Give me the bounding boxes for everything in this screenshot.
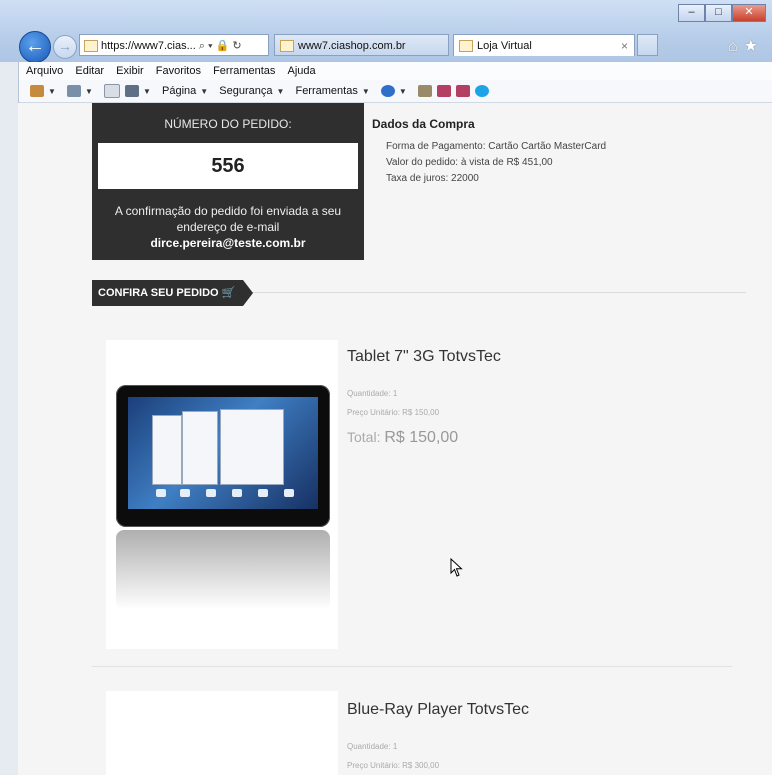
web-page: NÚMERO DO PEDIDO: 556 A confirmação do p…: [18, 103, 772, 775]
total-label: Total:: [347, 429, 381, 445]
print-dropdown-icon[interactable]: ▼: [143, 87, 151, 96]
address-tools[interactable]: ⌕ ▾ 🔒 ↻: [199, 40, 242, 52]
chevron-down-icon: ▼: [200, 87, 209, 96]
menu-editar[interactable]: Editar: [75, 65, 104, 77]
browser-titlebar: – □ ✕ ← → https://www7.cias... ⌕ ▾ 🔒 ↻ ww…: [0, 0, 772, 63]
confira-pedido-heading: CONFIRA SEU PEDIDO 🛒: [92, 280, 254, 306]
chevron-down-icon: ▼: [361, 87, 370, 96]
product-image[interactable]: [106, 691, 338, 775]
product-image[interactable]: [106, 340, 338, 649]
mail-icon[interactable]: [103, 84, 120, 99]
tablet-screen: [128, 397, 318, 509]
new-tab-button[interactable]: [637, 34, 658, 56]
tablet-image: [116, 385, 330, 527]
site-favicon-icon: [84, 40, 98, 53]
print-icon[interactable]: [125, 85, 140, 98]
window-controls: – □ ✕: [678, 4, 766, 22]
order-number: 556: [98, 143, 358, 189]
skype-icon[interactable]: [474, 85, 489, 98]
help-icon[interactable]: [380, 85, 395, 98]
order-number-label: NÚMERO DO PEDIDO:: [164, 117, 292, 131]
address-url: https://www7.cias...: [101, 40, 196, 52]
chevron-down-icon: ▼: [276, 87, 285, 96]
dock-dot: [258, 489, 268, 497]
address-bar[interactable]: https://www7.cias... ⌕ ▾ 🔒 ↻: [79, 34, 269, 56]
feeds-icon[interactable]: [66, 85, 81, 98]
product-name[interactable]: Tablet 7" 3G TotvsTec: [347, 348, 501, 366]
home-dropdown-icon[interactable]: ▼: [48, 87, 56, 96]
seguranca-menu[interactable]: Segurança: [219, 85, 272, 97]
tab-label: Loja Virtual: [477, 40, 532, 52]
product-unit-price: Preço Unitário: R$ 150,00: [347, 408, 440, 417]
chevron-down-icon: ▼: [398, 87, 407, 96]
order-confirmation-message: A confirmação do pedido foi enviada a se…: [100, 203, 356, 251]
back-button[interactable]: ←: [19, 31, 51, 63]
dock-dot: [206, 489, 216, 497]
section-title: CONFIRA SEU PEDIDO: [98, 287, 219, 299]
order-number-box: NÚMERO DO PEDIDO: 556 A confirmação do p…: [92, 103, 364, 260]
minimize-button[interactable]: –: [678, 4, 705, 22]
research-icon[interactable]: [417, 85, 432, 98]
screen-panel: [182, 411, 218, 485]
tablet-reflection: [116, 530, 330, 610]
product-quantity: Quantidade: 1: [347, 742, 398, 751]
close-window-button[interactable]: ✕: [732, 4, 766, 22]
customer-email: dirce.pereira@teste.com.br: [150, 236, 306, 250]
dock-dot: [156, 489, 166, 497]
menu-favoritos[interactable]: Favoritos: [156, 65, 201, 77]
product-unit-price: Preço Unitário: R$ 300,00: [347, 761, 440, 770]
tab-loja-virtual[interactable]: Loja Virtual ×: [453, 34, 635, 56]
home-icon[interactable]: [30, 85, 44, 98]
tab-label: www7.ciashop.com.br: [298, 40, 406, 52]
interest-rate: Taxa de juros: 22000: [386, 173, 479, 184]
order-value: Valor do pedido: à vista de R$ 451,00: [386, 157, 553, 168]
shopping-cart-icon: 🛒: [221, 287, 236, 299]
close-tab-icon[interactable]: ×: [621, 35, 628, 56]
dock-dot: [180, 489, 190, 497]
feeds-dropdown-icon[interactable]: ▼: [85, 87, 93, 96]
menu-bar: Arquivo Editar Exibir Favoritos Ferramen…: [0, 62, 772, 80]
product-quantity: Quantidade: 1: [347, 389, 398, 398]
mouse-cursor-icon: [450, 558, 463, 577]
translate-page-icon[interactable]: [455, 85, 470, 98]
left-edge-bar: [0, 62, 19, 775]
payment-method: Forma de Pagamento: Cartão Cartão Master…: [386, 141, 607, 152]
menu-ajuda[interactable]: Ajuda: [287, 65, 315, 77]
translate-icon[interactable]: [436, 85, 451, 98]
product-name[interactable]: Blue-Ray Player TotvsTec: [347, 701, 529, 719]
menu-exibir[interactable]: Exibir: [116, 65, 144, 77]
tab-favicon-icon: [459, 40, 473, 53]
product-separator: [92, 666, 732, 667]
dock-dot: [232, 489, 242, 497]
total-value: R$ 150,00: [384, 429, 459, 446]
command-bar: ▼ ▼ ▼ Página ▼ Segurança ▼ Ferramentas ▼ ▼: [0, 80, 772, 103]
screen-panel: [220, 409, 284, 485]
tab-favicon-icon: [280, 40, 294, 53]
dados-compra-title: Dados da Compra: [372, 117, 475, 131]
menu-arquivo[interactable]: Arquivo: [26, 65, 63, 77]
product-total: Total: R$ 150,00: [347, 429, 458, 447]
forward-button[interactable]: →: [53, 35, 77, 59]
dock-dot: [284, 489, 294, 497]
menu-ferramentas[interactable]: Ferramentas: [213, 65, 275, 77]
tab-ciashop[interactable]: www7.ciashop.com.br: [274, 34, 449, 56]
pagina-menu[interactable]: Página: [162, 85, 196, 97]
confirmation-text: A confirmação do pedido foi enviada a se…: [114, 204, 342, 234]
maximize-button[interactable]: □: [705, 4, 732, 22]
home-favorites-icons[interactable]: ⌂★: [728, 36, 764, 56]
browser-window: – □ ✕ ← → https://www7.cias... ⌕ ▾ 🔒 ↻ ww…: [0, 0, 772, 775]
ferramentas-menu[interactable]: Ferramentas: [295, 85, 357, 97]
screen-panel: [152, 415, 182, 485]
